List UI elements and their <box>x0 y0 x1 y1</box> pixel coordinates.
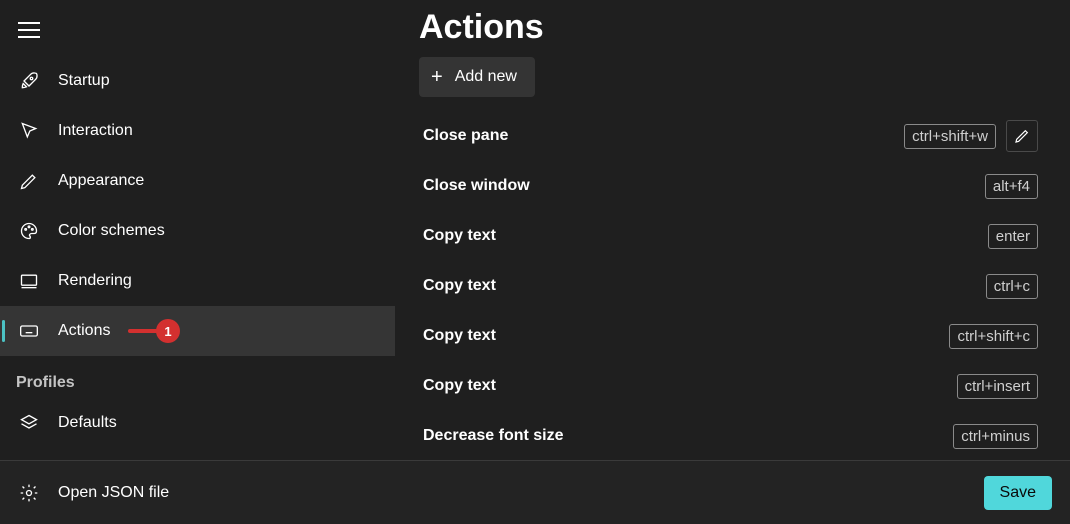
action-label: Copy text <box>423 327 496 345</box>
save-button[interactable]: Save <box>984 476 1052 510</box>
footer: Open JSON file Save <box>0 460 1070 524</box>
hamburger-icon <box>18 22 40 38</box>
action-label: Close pane <box>423 127 508 145</box>
sidebar-item-label: Appearance <box>58 172 144 190</box>
action-row[interactable]: Close window alt+f4 <box>419 161 1040 211</box>
hamburger-menu-button[interactable] <box>0 14 395 56</box>
sidebar: Startup Interaction Appearance <box>0 0 395 460</box>
keybinding: ctrl+c <box>986 274 1038 299</box>
action-row[interactable]: Copy text ctrl+shift+c <box>419 311 1040 361</box>
profiles-section-header: Profiles <box>0 356 395 398</box>
open-json-file-button[interactable]: Open JSON file <box>18 482 169 504</box>
palette-icon <box>18 220 40 242</box>
layers-icon <box>18 412 40 434</box>
page-title: Actions <box>419 8 1040 47</box>
pencil-icon <box>1014 128 1030 144</box>
keyboard-icon <box>18 320 40 342</box>
action-row[interactable]: Copy text enter <box>419 211 1040 261</box>
action-row[interactable]: Copy text ctrl+insert <box>419 361 1040 411</box>
monitor-icon <box>18 270 40 292</box>
action-label: Decrease font size <box>423 427 564 445</box>
sidebar-item-startup[interactable]: Startup <box>0 56 395 106</box>
action-label: Close window <box>423 177 530 195</box>
keybinding: ctrl+insert <box>957 374 1038 399</box>
sidebar-item-interaction[interactable]: Interaction <box>0 106 395 156</box>
annotation-tail <box>128 329 158 333</box>
action-label: Copy text <box>423 377 496 395</box>
main-content: Actions 2 + Add new Close pane ctrl+shif… <box>395 0 1070 460</box>
keybinding: enter <box>988 224 1038 249</box>
action-label: Copy text <box>423 277 496 295</box>
brush-icon <box>18 170 40 192</box>
sidebar-item-defaults[interactable]: Defaults <box>0 398 395 448</box>
sidebar-item-actions[interactable]: Actions 1 <box>0 306 395 356</box>
sidebar-item-appearance[interactable]: Appearance <box>0 156 395 206</box>
actions-list: Close pane ctrl+shift+w Close window alt… <box>419 111 1040 460</box>
add-new-button[interactable]: + Add new <box>419 57 535 97</box>
sidebar-item-label: Interaction <box>58 122 133 140</box>
plus-icon: + <box>431 67 443 87</box>
annotation-badge-1: 1 <box>156 319 180 343</box>
sidebar-item-color-schemes[interactable]: Color schemes <box>0 206 395 256</box>
keybinding: ctrl+shift+c <box>949 324 1038 349</box>
keybinding: ctrl+minus <box>953 424 1038 449</box>
keybinding: alt+f4 <box>985 174 1038 199</box>
action-label: Copy text <box>423 227 496 245</box>
keybinding: ctrl+shift+w <box>904 124 996 149</box>
sidebar-item-label: Startup <box>58 72 110 90</box>
action-row[interactable]: Decrease font size ctrl+minus <box>419 411 1040 460</box>
gear-icon <box>18 482 40 504</box>
sidebar-item-label: Rendering <box>58 272 132 290</box>
sidebar-item-rendering[interactable]: Rendering <box>0 256 395 306</box>
sidebar-item-label: Defaults <box>58 414 117 432</box>
edit-button[interactable] <box>1006 120 1038 152</box>
action-row[interactable]: Copy text ctrl+c <box>419 261 1040 311</box>
open-json-label: Open JSON file <box>58 484 169 502</box>
rocket-icon <box>18 70 40 92</box>
add-new-label: Add new <box>455 68 517 86</box>
cursor-icon <box>18 120 40 142</box>
sidebar-item-label: Color schemes <box>58 222 165 240</box>
action-row[interactable]: Close pane ctrl+shift+w <box>419 111 1040 161</box>
sidebar-item-label: Actions <box>58 322 110 340</box>
